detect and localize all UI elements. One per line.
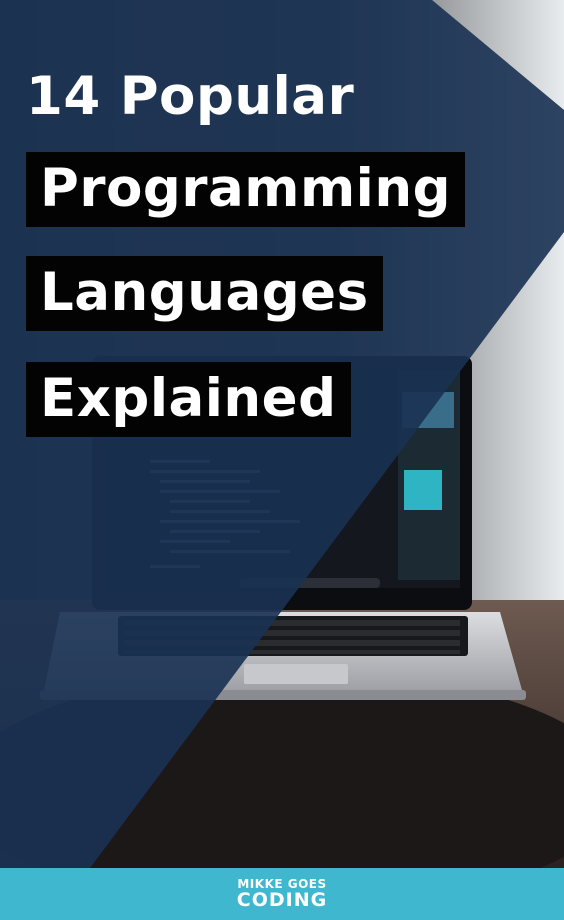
brand-logo-bottom: CODING [236,889,328,911]
title-line-4: Explained [26,362,351,437]
title-line-3: Languages [26,256,383,331]
footer-brand-bar: MIKKE GOES CODING [0,868,564,920]
title-line-2: Programming [26,152,466,227]
title-line-1: 14 Popular [26,66,355,127]
pin-graphic: 14 Popular Programming Languages Explain… [0,0,564,920]
